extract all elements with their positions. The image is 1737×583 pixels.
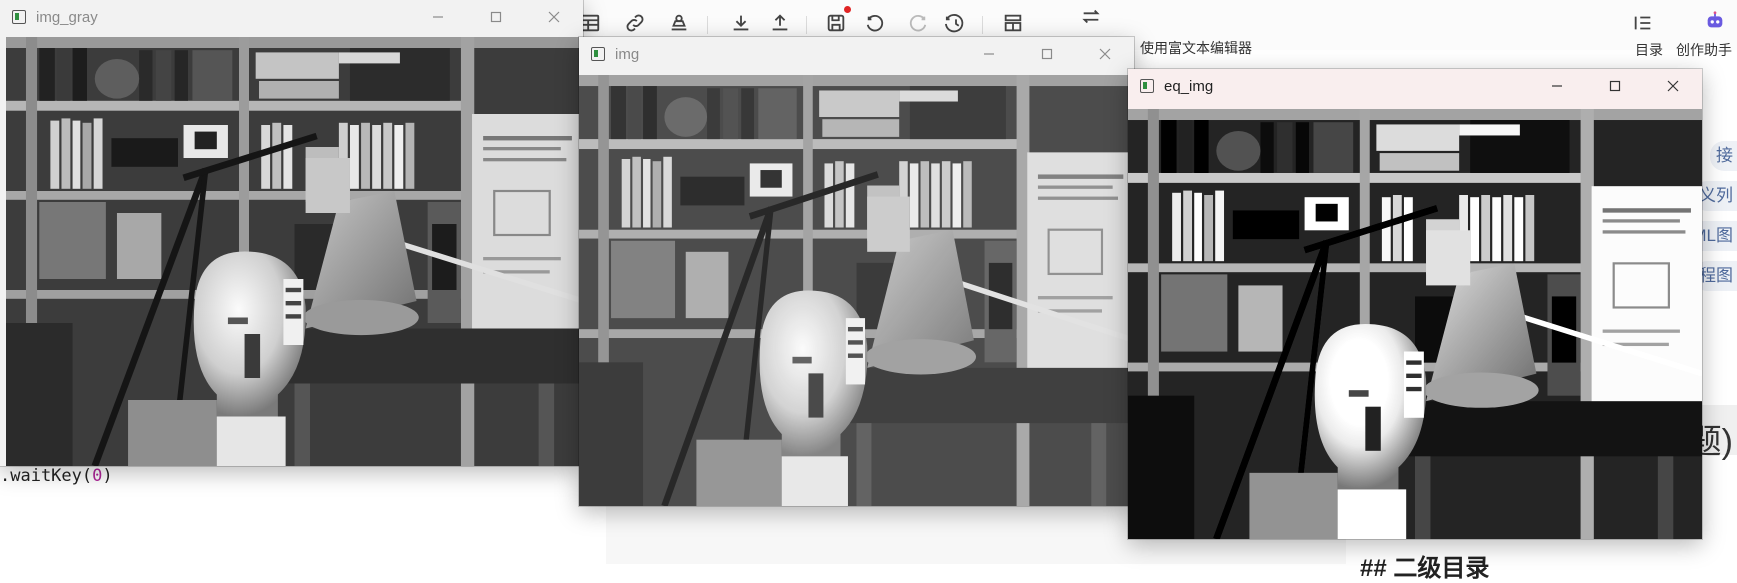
maximize-button[interactable] bbox=[1018, 37, 1076, 71]
history-icon[interactable] bbox=[943, 10, 969, 36]
window-title: eq_img bbox=[1164, 77, 1214, 95]
close-button[interactable] bbox=[1644, 69, 1702, 103]
window-titlebar[interactable]: img_gray bbox=[0, 0, 583, 34]
unsaved-dot bbox=[844, 6, 851, 13]
minimize-button[interactable] bbox=[409, 0, 467, 34]
window-titlebar[interactable]: eq_img bbox=[1128, 69, 1702, 103]
upload-icon[interactable] bbox=[767, 10, 793, 36]
minimize-button[interactable] bbox=[960, 37, 1018, 71]
redo-icon[interactable] bbox=[904, 10, 930, 36]
code-number: 0 bbox=[92, 466, 103, 486]
window-title: img_gray bbox=[36, 8, 98, 26]
window-title: img bbox=[615, 45, 640, 63]
close-button[interactable] bbox=[525, 0, 583, 34]
toc-icon[interactable] bbox=[1630, 10, 1656, 36]
image-canvas[interactable] bbox=[579, 75, 1134, 506]
side-link-1[interactable]: 接 bbox=[1710, 141, 1737, 171]
maximize-button[interactable] bbox=[467, 0, 525, 34]
assistant-robot-icon[interactable] bbox=[1702, 8, 1728, 34]
toolbar-divider bbox=[806, 16, 807, 34]
maximize-button[interactable] bbox=[1586, 69, 1644, 103]
minimize-button[interactable] bbox=[1528, 69, 1586, 103]
toolbar-divider bbox=[707, 16, 708, 34]
app-icon bbox=[591, 47, 605, 61]
app-icon bbox=[12, 10, 26, 24]
download-icon[interactable] bbox=[728, 10, 754, 36]
preview-heading-fragment: ## 二级目录 bbox=[1360, 555, 1490, 582]
switch-icon[interactable] bbox=[1078, 4, 1104, 30]
link-icon[interactable] bbox=[622, 10, 648, 36]
undo-icon[interactable] bbox=[863, 10, 889, 36]
window-eq-img: eq_img bbox=[1128, 69, 1702, 539]
app-icon bbox=[1140, 79, 1154, 93]
code-text: .waitKey( bbox=[0, 466, 93, 486]
image-canvas[interactable] bbox=[6, 37, 583, 466]
close-button[interactable] bbox=[1076, 37, 1134, 71]
toolbar-divider bbox=[982, 16, 983, 34]
stamp-icon[interactable] bbox=[666, 10, 692, 36]
rich-text-editor-link[interactable]: 使用富文本编辑器 bbox=[1140, 38, 1252, 58]
code-line: .waitKey(0) bbox=[0, 466, 113, 486]
layout-icon[interactable] bbox=[1000, 10, 1026, 36]
window-titlebar[interactable]: img bbox=[579, 37, 1134, 71]
image-canvas[interactable] bbox=[1128, 109, 1702, 539]
assistant-label[interactable]: 创作助手 bbox=[1676, 40, 1732, 60]
save-icon[interactable] bbox=[823, 10, 849, 36]
window-img-gray: img_gray bbox=[0, 0, 583, 466]
window-img: img bbox=[579, 37, 1134, 506]
toc-label[interactable]: 目录 bbox=[1635, 40, 1663, 60]
code-text-close: ) bbox=[102, 466, 113, 486]
